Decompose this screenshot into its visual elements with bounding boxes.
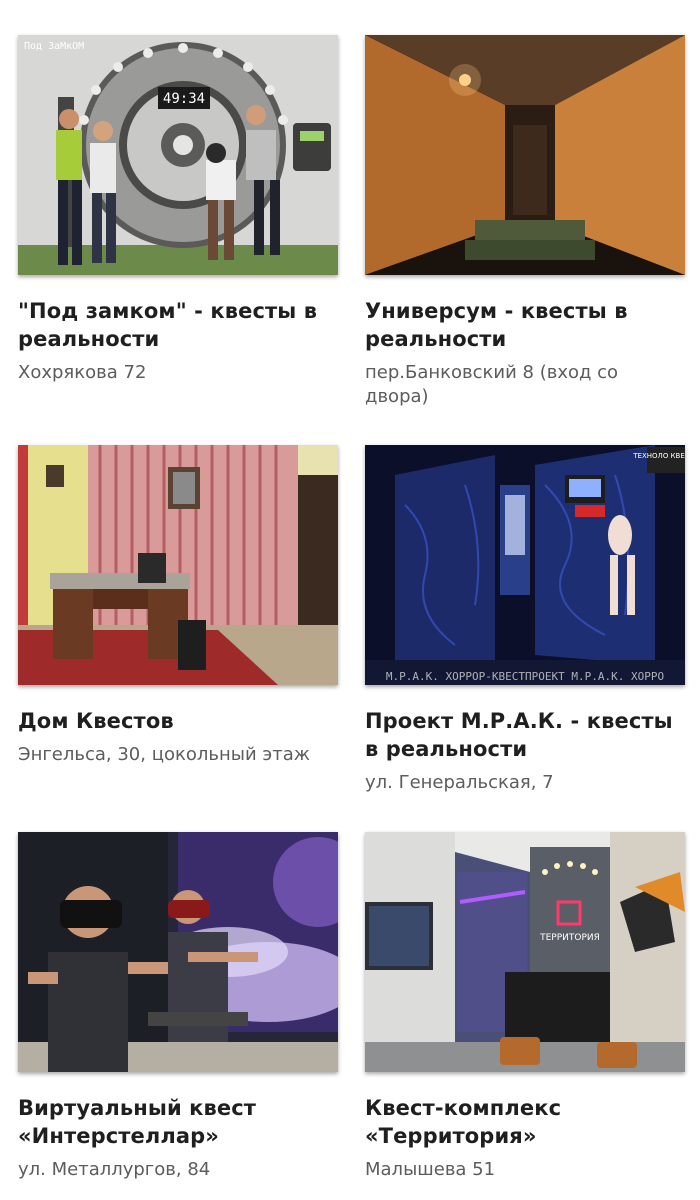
card-title[interactable]: Квест-комплекс «Территория»: [365, 1094, 685, 1150]
mrak-watermark: М.Р.А.К. ХОРРОР-КВЕСТПРОЕКТ М.Р.А.К. ХОР…: [386, 670, 664, 683]
quest-card-universum[interactable]: Универсум - квесты в реальности пер.Банк…: [365, 35, 685, 409]
quest-card-pod-zamkom[interactable]: 49:34 Под ЗаМкОМ "Под замком" - квесты в…: [18, 35, 338, 385]
card-address: Хохрякова 72: [18, 362, 147, 383]
card-address: Энгельса, 30, цокольный этаж: [18, 744, 310, 765]
mrak-corner-badge: ТЕХНОЛО КВЕСТА: [632, 452, 685, 460]
card-title[interactable]: Дом Квестов: [18, 707, 338, 735]
quest-card-interstellar[interactable]: Виртуальный квест «Интерстеллар» ул. Мет…: [18, 832, 338, 1182]
vault-timer: 49:34: [163, 91, 205, 107]
quest-grid: 49:34 Под ЗаМкОМ "Под замком" - квесты в…: [0, 0, 700, 1200]
card-address: Малышева 51: [365, 1159, 496, 1180]
office-room-photo[interactable]: [18, 445, 338, 685]
quest-card-mrak[interactable]: М.Р.А.К. ХОРРОР-КВЕСТПРОЕКТ М.Р.А.К. ХОР…: [365, 445, 685, 795]
card-title[interactable]: Виртуальный квест «Интерстеллар»: [18, 1094, 338, 1150]
card-title[interactable]: Универсум - квесты в реальности: [365, 297, 685, 353]
card-address: пер.Банковский 8 (вход со двора): [365, 362, 619, 407]
vault-door-photo[interactable]: 49:34 Под ЗаМкОМ: [18, 35, 338, 275]
card-address: ул. Генеральская, 7: [365, 772, 554, 793]
dark-corridor-photo[interactable]: [365, 35, 685, 275]
card-title[interactable]: Проект М.Р.А.К. - квесты в реальности: [365, 707, 685, 763]
quest-card-territoriya[interactable]: ТЕРРИТОРИЯ Квест-комплекс «Территория» М…: [365, 832, 685, 1182]
lobby-reception-photo[interactable]: ТЕРРИТОРИЯ: [365, 832, 685, 1072]
horror-room-photo[interactable]: М.Р.А.К. ХОРРОР-КВЕСТПРОЕКТ М.Р.А.К. ХОР…: [365, 445, 685, 685]
card-title[interactable]: "Под замком" - квесты в реальности: [18, 297, 338, 353]
pod-zamkom-logo: Под ЗаМкОМ: [24, 41, 84, 52]
vr-players-photo[interactable]: [18, 832, 338, 1072]
card-address: ул. Металлургов, 84: [18, 1159, 211, 1180]
quest-card-dom-kvestov[interactable]: Дом Квестов Энгельса, 30, цокольный этаж: [18, 445, 338, 767]
territoriya-sign: ТЕРРИТОРИЯ: [539, 933, 600, 943]
